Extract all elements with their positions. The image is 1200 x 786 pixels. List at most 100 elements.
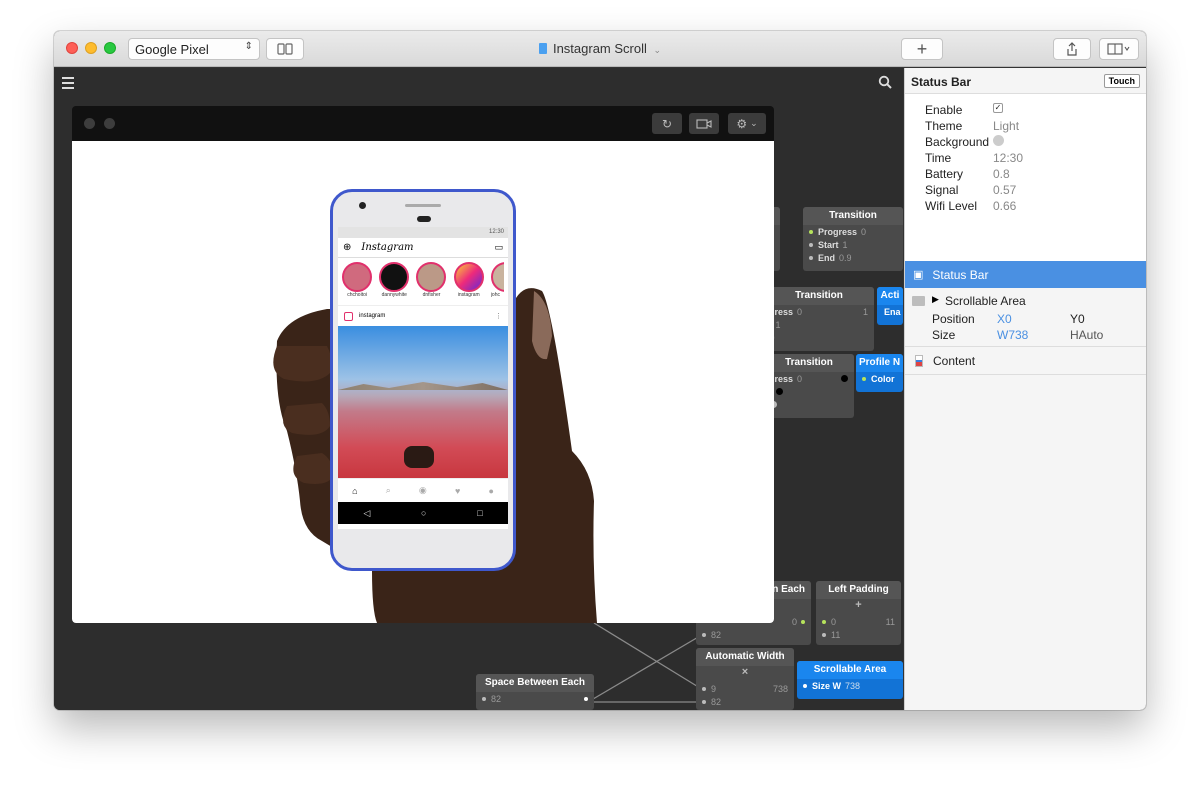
- android-icon: ▣: [913, 269, 924, 281]
- home-icon[interactable]: ⌂: [352, 486, 357, 496]
- camera-plus-icon[interactable]: ⊕: [343, 242, 351, 253]
- story-item[interactable]: johc: [490, 262, 505, 305]
- phone-camera: [359, 202, 366, 209]
- disclosure-triangle-icon[interactable]: ▶: [932, 294, 939, 305]
- phone-status-bar: 12:30: [338, 227, 508, 238]
- node-automatic-width[interactable]: Automatic Width × 9 738 82: [696, 648, 794, 710]
- story-item[interactable]: instagram: [453, 262, 484, 305]
- port-value: 1: [862, 306, 868, 317]
- touch-button[interactable]: Touch: [1103, 74, 1140, 88]
- theme-value[interactable]: Light: [993, 119, 1019, 133]
- layer-label: Status Bar: [932, 267, 989, 282]
- instagram-avatar-icon: [344, 311, 353, 321]
- view-mode-button[interactable]: [1099, 38, 1139, 60]
- port-dot[interactable]: [822, 632, 826, 637]
- port-dot[interactable]: [702, 699, 706, 704]
- port-dot[interactable]: [841, 375, 848, 382]
- content-layer-icon: [915, 355, 923, 367]
- preview-settings-button[interactable]: ⚙ ⌄: [728, 113, 766, 134]
- port-dot[interactable]: [822, 619, 826, 624]
- layer-status-bar[interactable]: ▣ Status Bar: [905, 261, 1146, 288]
- port-dot[interactable]: [803, 683, 807, 688]
- port-value: 0: [831, 616, 837, 627]
- layer-label: Scrollable Area: [945, 294, 1026, 308]
- inspector-panel: Status Bar Touch Enable ✓ Theme Light Ba…: [904, 68, 1146, 710]
- node-title: Scrollable Area: [797, 661, 903, 679]
- more-vertical-icon[interactable]: ⋮: [495, 312, 502, 320]
- port-value: 82: [711, 629, 722, 640]
- size-h-value[interactable]: HAuto: [1070, 328, 1103, 342]
- port-value: 0: [791, 616, 797, 627]
- camera-icon[interactable]: ◉: [419, 485, 427, 496]
- node-canvas[interactable]: ess Transition Progress0 Start1 End0.9 T…: [54, 68, 903, 710]
- battery-value[interactable]: 0.8: [993, 167, 1010, 181]
- inspector-header: Status Bar Touch: [905, 68, 1146, 94]
- reload-icon: ↻: [661, 116, 673, 131]
- port-value: 9: [711, 683, 717, 694]
- port-label: Ena: [884, 306, 901, 317]
- search-icon[interactable]: ⌕: [386, 485, 391, 496]
- home-circle-icon[interactable]: ○: [421, 508, 426, 518]
- app-window: Google Pixel ⇕ Instagram Scroll ⌄ + Tran…: [54, 31, 1146, 710]
- wifi-level-value[interactable]: 0.66: [993, 199, 1016, 213]
- share-button[interactable]: [1053, 38, 1091, 60]
- port-dot[interactable]: [482, 696, 486, 701]
- port-dot[interactable]: [809, 242, 813, 247]
- port-value: 82: [491, 693, 502, 704]
- heart-icon[interactable]: ♥: [455, 486, 460, 496]
- node-space-between-each[interactable]: Space Between Each 82: [476, 674, 594, 710]
- port-dot[interactable]: [801, 619, 805, 624]
- node-title: Automatic Width: [696, 648, 794, 666]
- preview-close-button[interactable]: [84, 118, 95, 129]
- node-title: Transition: [803, 207, 903, 225]
- phone-speaker: [405, 204, 441, 207]
- reload-button[interactable]: ↻: [652, 113, 682, 134]
- node-profile[interactable]: Profile N Color: [856, 354, 903, 392]
- signal-value[interactable]: 0.57: [993, 183, 1016, 197]
- document-title-text: Instagram Scroll: [552, 41, 647, 56]
- position-x-value[interactable]: X0: [997, 312, 1012, 326]
- node-left-padding[interactable]: Left Padding + 0 11 11: [816, 581, 901, 645]
- layer-scrollable-area[interactable]: ▶ Scrollable Area Position X0 Y0 Size W7…: [905, 289, 1146, 347]
- chevron-down-icon[interactable]: ⌄: [654, 45, 662, 55]
- port-value: 1: [775, 319, 781, 330]
- node-transition[interactable]: Transition Progress 0 Start 1 End 0.9: [803, 207, 903, 271]
- port-dot[interactable]: [584, 696, 588, 701]
- prop-label: Signal: [925, 183, 959, 197]
- port-label: Size W: [812, 680, 842, 691]
- enable-checkbox[interactable]: ✓: [993, 103, 1003, 113]
- recents-icon[interactable]: □: [477, 508, 482, 518]
- add-button[interactable]: +: [901, 38, 943, 60]
- layer-content[interactable]: Content: [905, 348, 1146, 375]
- document-title: Instagram Scroll ⌄: [54, 41, 1146, 56]
- port-value: 738: [772, 683, 788, 694]
- port-dot[interactable]: [702, 686, 706, 691]
- preview-minimize-button[interactable]: [104, 118, 115, 129]
- port-value: 82: [711, 696, 722, 707]
- node-scrollable-area[interactable]: Scrollable Area Size W 738: [797, 661, 903, 699]
- layer-label: Content: [933, 354, 976, 368]
- story-item[interactable]: dnfisher: [416, 262, 447, 305]
- story-item[interactable]: chchoitoi: [342, 262, 372, 305]
- port-dot[interactable]: [702, 632, 706, 637]
- gear-icon: ⚙: [736, 116, 748, 131]
- back-icon[interactable]: ◁: [363, 508, 370, 519]
- port-dot[interactable]: [809, 255, 813, 260]
- profile-icon[interactable]: ●: [488, 486, 493, 496]
- size-w-value[interactable]: W738: [997, 328, 1028, 342]
- post-username[interactable]: instagram: [359, 313, 385, 319]
- plus-icon: +: [916, 38, 928, 59]
- story-item[interactable]: dannywhite: [379, 262, 410, 305]
- node-operator: +: [855, 599, 862, 611]
- port-dot[interactable]: [775, 388, 783, 395]
- record-button[interactable]: [689, 113, 719, 134]
- port-label: Progress: [818, 226, 858, 237]
- position-y-value[interactable]: Y0: [1070, 312, 1085, 326]
- inbox-icon[interactable]: ▭: [494, 242, 503, 253]
- port-dot[interactable]: [862, 376, 866, 381]
- time-value[interactable]: 12:30: [993, 151, 1023, 165]
- node-active[interactable]: Acti Ena: [877, 287, 903, 325]
- port-dot[interactable]: [809, 229, 813, 234]
- chevron-down-icon: ⌄: [750, 118, 758, 128]
- background-color-swatch[interactable]: [993, 135, 1004, 146]
